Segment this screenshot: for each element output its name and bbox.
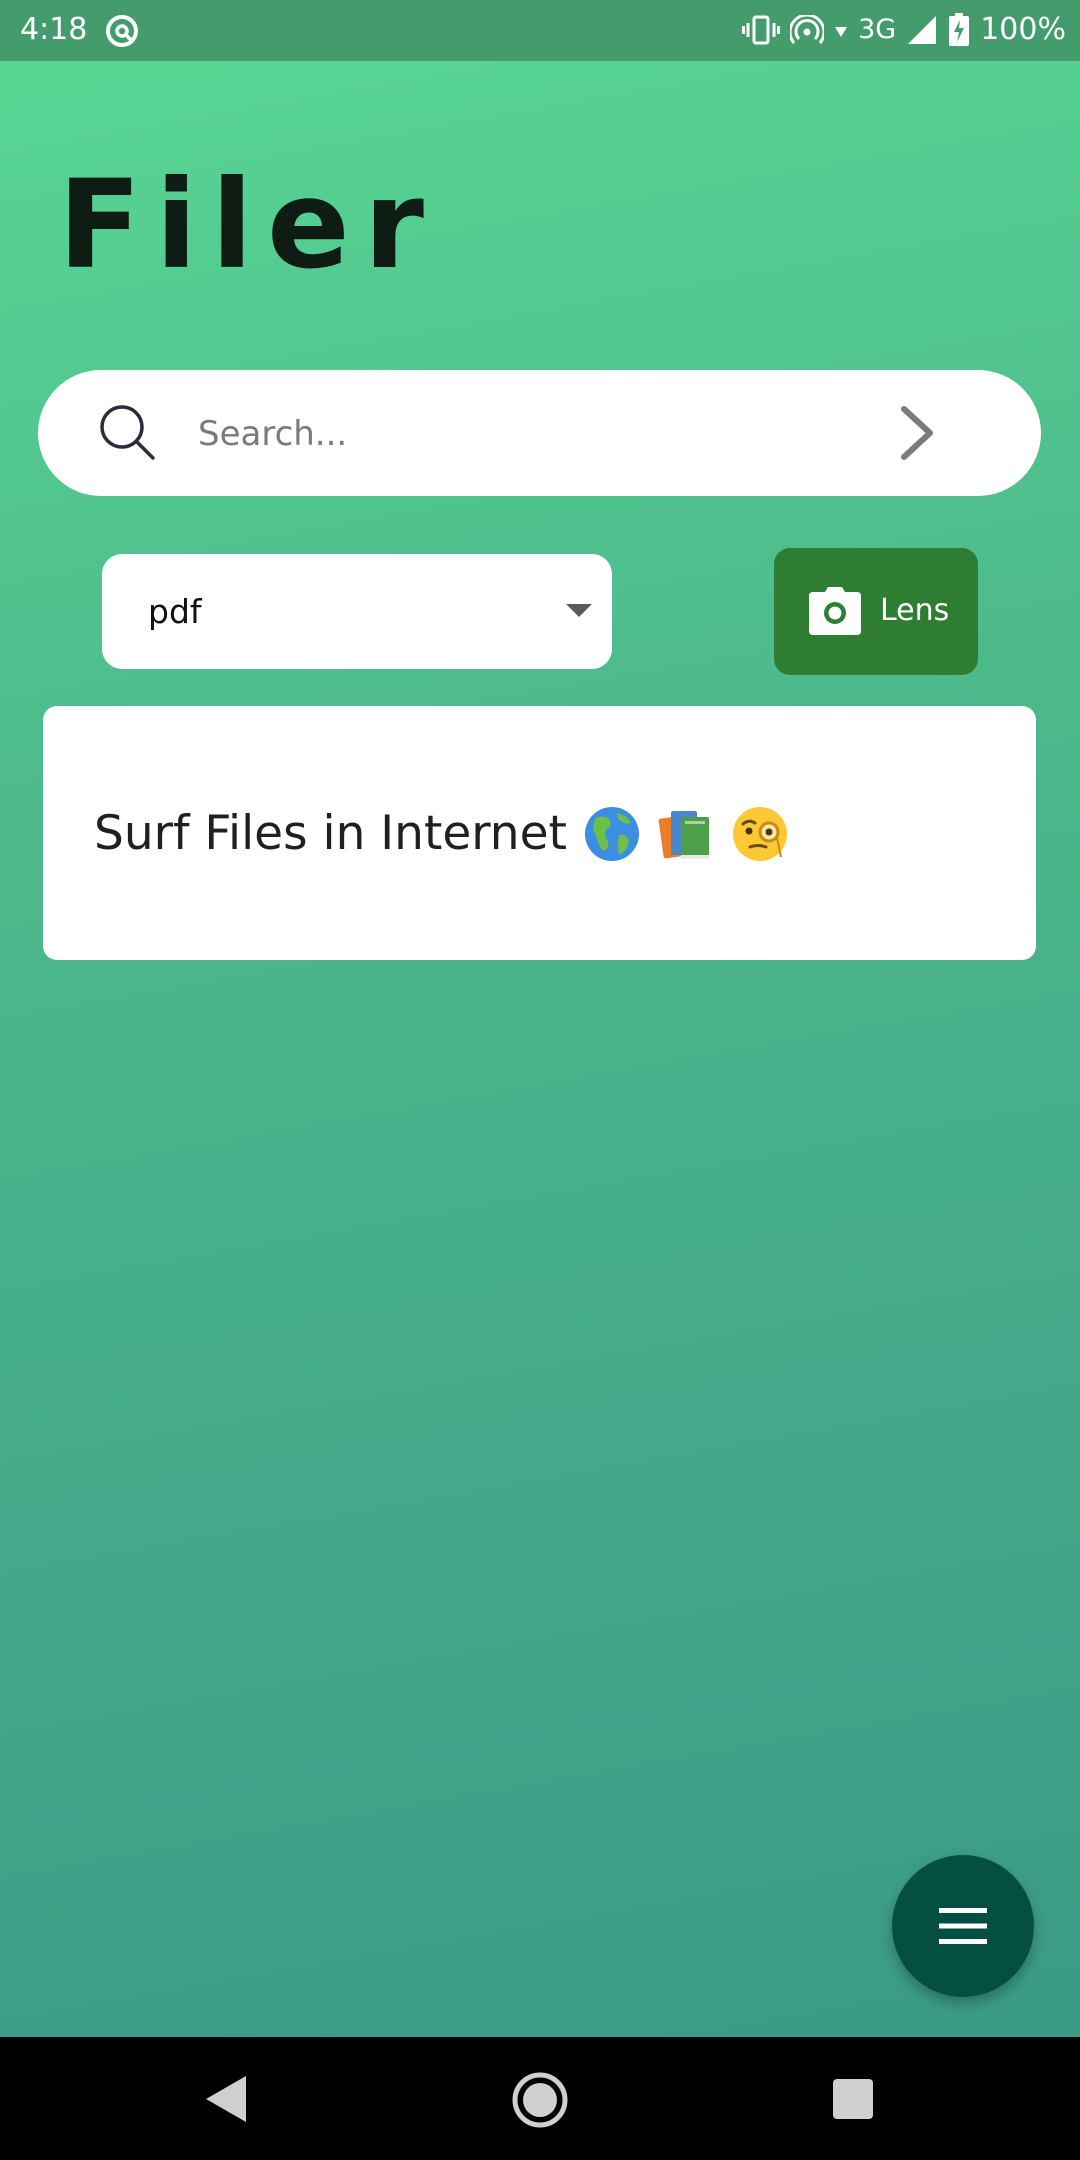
face-with-monocle-icon [732, 807, 787, 861]
app-notification-icon [106, 15, 138, 47]
status-time: 4:18 [20, 12, 88, 47]
status-bar: 4:18 3G 100% [0, 0, 1080, 61]
books-icon [658, 811, 709, 859]
vibrate-icon [742, 15, 781, 45]
battery-charging-icon [949, 13, 970, 46]
lens-button[interactable]: Lens [774, 548, 978, 675]
recents-icon[interactable] [833, 2079, 873, 2119]
card-emojis [583, 805, 789, 863]
menu-fab-button[interactable] [892, 1855, 1034, 1997]
system-navigation-bar [0, 2037, 1080, 2160]
file-type-dropdown[interactable]: pdf [102, 554, 612, 669]
search-input[interactable] [196, 400, 850, 468]
app-screen: 4:18 3G 100% Filer Search... pdf Lens Su… [0, 0, 1080, 2160]
app-title: Filer [58, 154, 438, 296]
file-type-selected: pdf [148, 592, 202, 631]
card-content: Surf Files in Internet [94, 804, 789, 864]
network-type: 3G [858, 14, 897, 45]
home-icon[interactable] [511, 2071, 569, 2129]
card-title: Surf Files in Internet [94, 806, 567, 861]
camera-icon [809, 587, 861, 635]
surf-files-card[interactable]: Surf Files in Internet [43, 706, 1036, 960]
globe-icon [584, 807, 639, 861]
cell-signal-icon [908, 16, 937, 44]
back-icon[interactable] [204, 2074, 248, 2124]
menu-icon [939, 1908, 987, 1944]
hotspot-icon [790, 15, 825, 44]
search-icon [100, 405, 155, 460]
lens-label: Lens [880, 593, 950, 628]
battery-level: 100% [980, 12, 1066, 47]
wifi-down-arrow-icon [835, 27, 848, 37]
chevron-right-icon[interactable] [886, 400, 946, 466]
dropdown-caret-icon [566, 604, 592, 617]
status-icons: 3G 100% [742, 12, 1066, 48]
